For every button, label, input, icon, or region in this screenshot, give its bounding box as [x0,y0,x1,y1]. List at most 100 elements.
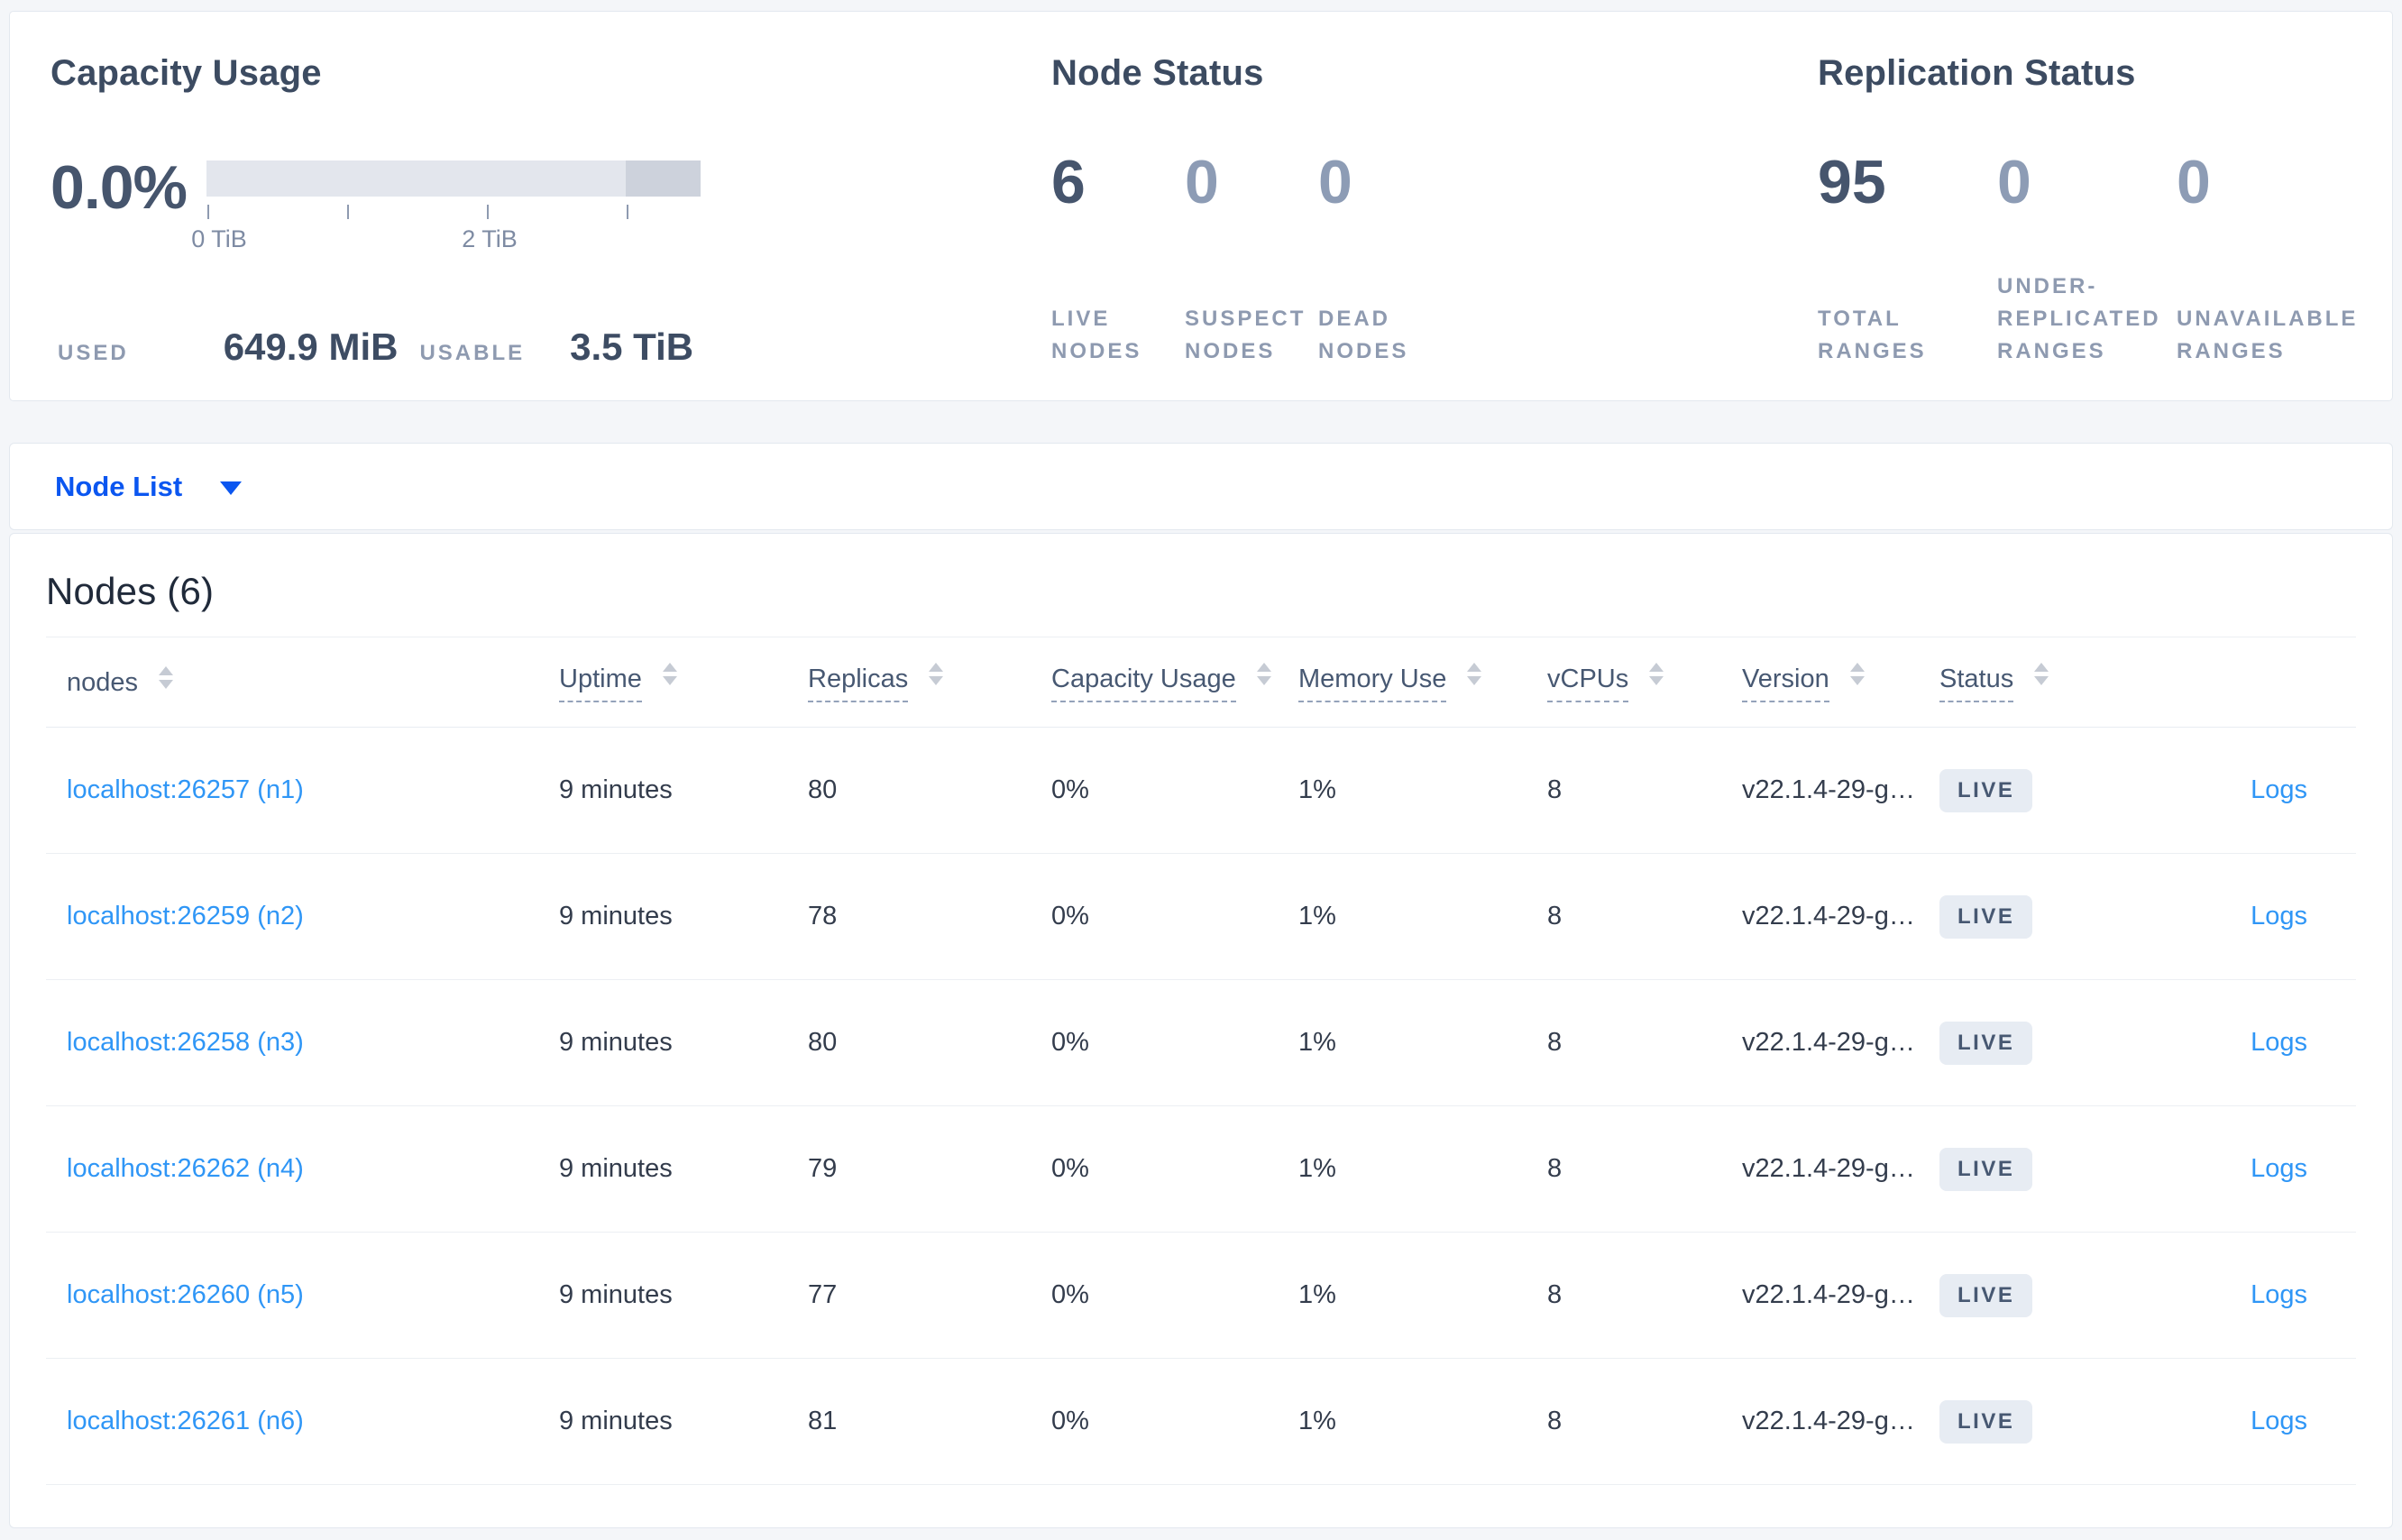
table-row: localhost:26261 (n6) 9 minutes 81 0% 1% … [46,1359,2356,1485]
logs-link[interactable]: Logs [2251,902,2307,930]
status-badge: LIVE [1939,1147,2033,1191]
table-row: localhost:26260 (n5) 9 minutes 77 0% 1% … [46,1233,2356,1359]
table-row: localhost:26262 (n4) 9 minutes 79 0% 1% … [46,1106,2356,1233]
used-label: USED [58,341,129,365]
column-header-label: Status [1939,665,2014,702]
column-header-memory-use[interactable]: Memory Use [1298,662,1547,702]
dead-nodes-stat: 0 DEAD NODES [1318,151,1452,368]
column-header-label: Capacity Usage [1051,665,1236,702]
logs-link[interactable]: Logs [2251,1280,2307,1309]
logs-link[interactable]: Logs [2251,1407,2307,1435]
sort-icon [1467,662,1482,685]
node-link[interactable]: localhost:26260 (n5) [67,1280,304,1309]
under-replicated-label: UNDER- REPLICATED RANGES [1997,274,2161,363]
vcpus-cell: 8 [1547,1028,1563,1057]
version-cell: v22.1.4-29-g… [1742,775,1915,804]
uptime-cell: 9 minutes [559,1280,673,1309]
node-link[interactable]: localhost:26262 (n4) [67,1154,304,1183]
uptime-cell: 9 minutes [559,1407,673,1435]
capacity-cell: 0% [1051,1280,1089,1309]
under-replicated-stat: 0 UNDER- REPLICATED RANGES [1997,151,2177,368]
suspect-nodes-stat: 0 SUSPECT NODES [1185,151,1318,368]
column-header-uptime[interactable]: Uptime [559,662,808,702]
axis-tick-label-2: 2 TiB [462,225,518,252]
capacity-cell: 0% [1051,1407,1089,1435]
axis-tick [207,205,209,219]
capacity-cell: 0% [1051,1028,1089,1057]
column-header-status[interactable]: Status [1939,662,2141,702]
vcpus-cell: 8 [1547,775,1563,804]
column-header-version[interactable]: Version [1742,662,1939,702]
memory-cell: 1% [1298,1280,1336,1309]
replication-stats: 95 TOTAL RANGES 0 UNDER- REPLICATED RANG… [1818,151,2356,368]
replicas-cell: 79 [808,1154,838,1183]
column-header-label: Version [1742,665,1829,702]
table-row: localhost:26259 (n2) 9 minutes 78 0% 1% … [46,854,2356,980]
axis-tick [347,205,349,219]
capacity-bar-stack: 0 TiB 2 TiB [191,160,701,254]
column-header-replicas[interactable]: Replicas [808,662,1051,702]
column-header-label: Uptime [559,665,642,702]
replicas-cell: 77 [808,1280,838,1309]
node-link[interactable]: localhost:26259 (n2) [67,902,304,930]
replication-status-title: Replication Status [1818,53,2136,93]
axis-tick [487,205,489,219]
table-header-row: nodes Uptime Replicas Capacity Usage Mem… [46,637,2356,728]
capacity-bar-usable-segment [206,160,626,197]
column-header-label: nodes [67,668,139,697]
capacity-summary: USED 649.9 MiB USABLE 3.5 TiB [58,325,693,369]
capacity-cell: 0% [1051,775,1089,804]
logs-link[interactable]: Logs [2251,775,2307,804]
live-nodes-count: 6 [1051,148,1086,216]
page: Capacity Usage 0.0% 0 TiB 2 TiB USED 649… [0,0,2402,1528]
summary-card: Capacity Usage 0.0% 0 TiB 2 TiB USED 649… [9,11,2393,401]
dead-nodes-count: 0 [1318,148,1352,216]
capacity-usage-section: Capacity Usage 0.0% 0 TiB 2 TiB USED 649… [50,12,1024,402]
uptime-cell: 9 minutes [559,902,673,930]
version-cell: v22.1.4-29-g… [1742,1280,1915,1309]
column-header-nodes[interactable]: nodes [46,666,559,698]
status-badge: LIVE [1939,1021,2033,1065]
vcpus-cell: 8 [1547,1280,1563,1309]
column-header-vcpus[interactable]: vCPUs [1547,662,1742,702]
total-ranges-stat: 95 TOTAL RANGES [1818,151,1997,368]
unavailable-ranges-stat: 0 UNAVAILABLE RANGES [2177,151,2356,368]
live-nodes-stat: 6 LIVE NODES [1051,151,1185,368]
logs-link[interactable]: Logs [2251,1028,2307,1057]
capacity-axis: 0 TiB 2 TiB [191,197,701,254]
column-header-capacity-usage[interactable]: Capacity Usage [1051,662,1298,702]
capacity-cell: 0% [1051,1154,1089,1183]
capacity-usage-title: Capacity Usage [50,53,322,93]
status-badge: LIVE [1939,1273,2033,1317]
memory-cell: 1% [1298,775,1336,804]
status-badge: LIVE [1939,1399,2033,1444]
sort-icon [2034,662,2049,685]
logs-link[interactable]: Logs [2251,1154,2307,1183]
sort-icon [662,662,677,685]
suspect-nodes-label: SUSPECT NODES [1185,307,1306,363]
version-cell: v22.1.4-29-g… [1742,902,1915,930]
node-link[interactable]: localhost:26258 (n3) [67,1028,304,1057]
nodes-panel: Nodes (6) nodes Uptime Replicas Capacity… [9,533,2393,1528]
status-badge: LIVE [1939,894,2033,939]
replicas-cell: 80 [808,1028,838,1057]
under-replicated-count: 0 [1997,148,2031,216]
memory-cell: 1% [1298,902,1336,930]
node-list-dropdown[interactable]: Node List [9,443,2393,530]
version-cell: v22.1.4-29-g… [1742,1028,1915,1057]
memory-cell: 1% [1298,1154,1336,1183]
usable-label: USABLE [419,341,526,365]
node-link[interactable]: localhost:26257 (n1) [67,775,304,804]
axis-tick-label-0: 0 TiB [191,225,247,252]
sort-icon [1256,662,1271,685]
node-status-section: Node Status 6 LIVE NODES 0 SUSPECT NODES… [1051,12,1773,402]
replication-status-section: Replication Status 95 TOTAL RANGES 0 UND… [1818,12,2395,402]
node-list-label: Node List [55,470,183,502]
vcpus-cell: 8 [1547,902,1563,930]
replicas-cell: 78 [808,902,838,930]
table-row: localhost:26257 (n1) 9 minutes 80 0% 1% … [46,728,2356,854]
uptime-cell: 9 minutes [559,1154,673,1183]
usable-value: 3.5 TiB [570,325,694,368]
version-cell: v22.1.4-29-g… [1742,1407,1915,1435]
node-link[interactable]: localhost:26261 (n6) [67,1407,304,1435]
